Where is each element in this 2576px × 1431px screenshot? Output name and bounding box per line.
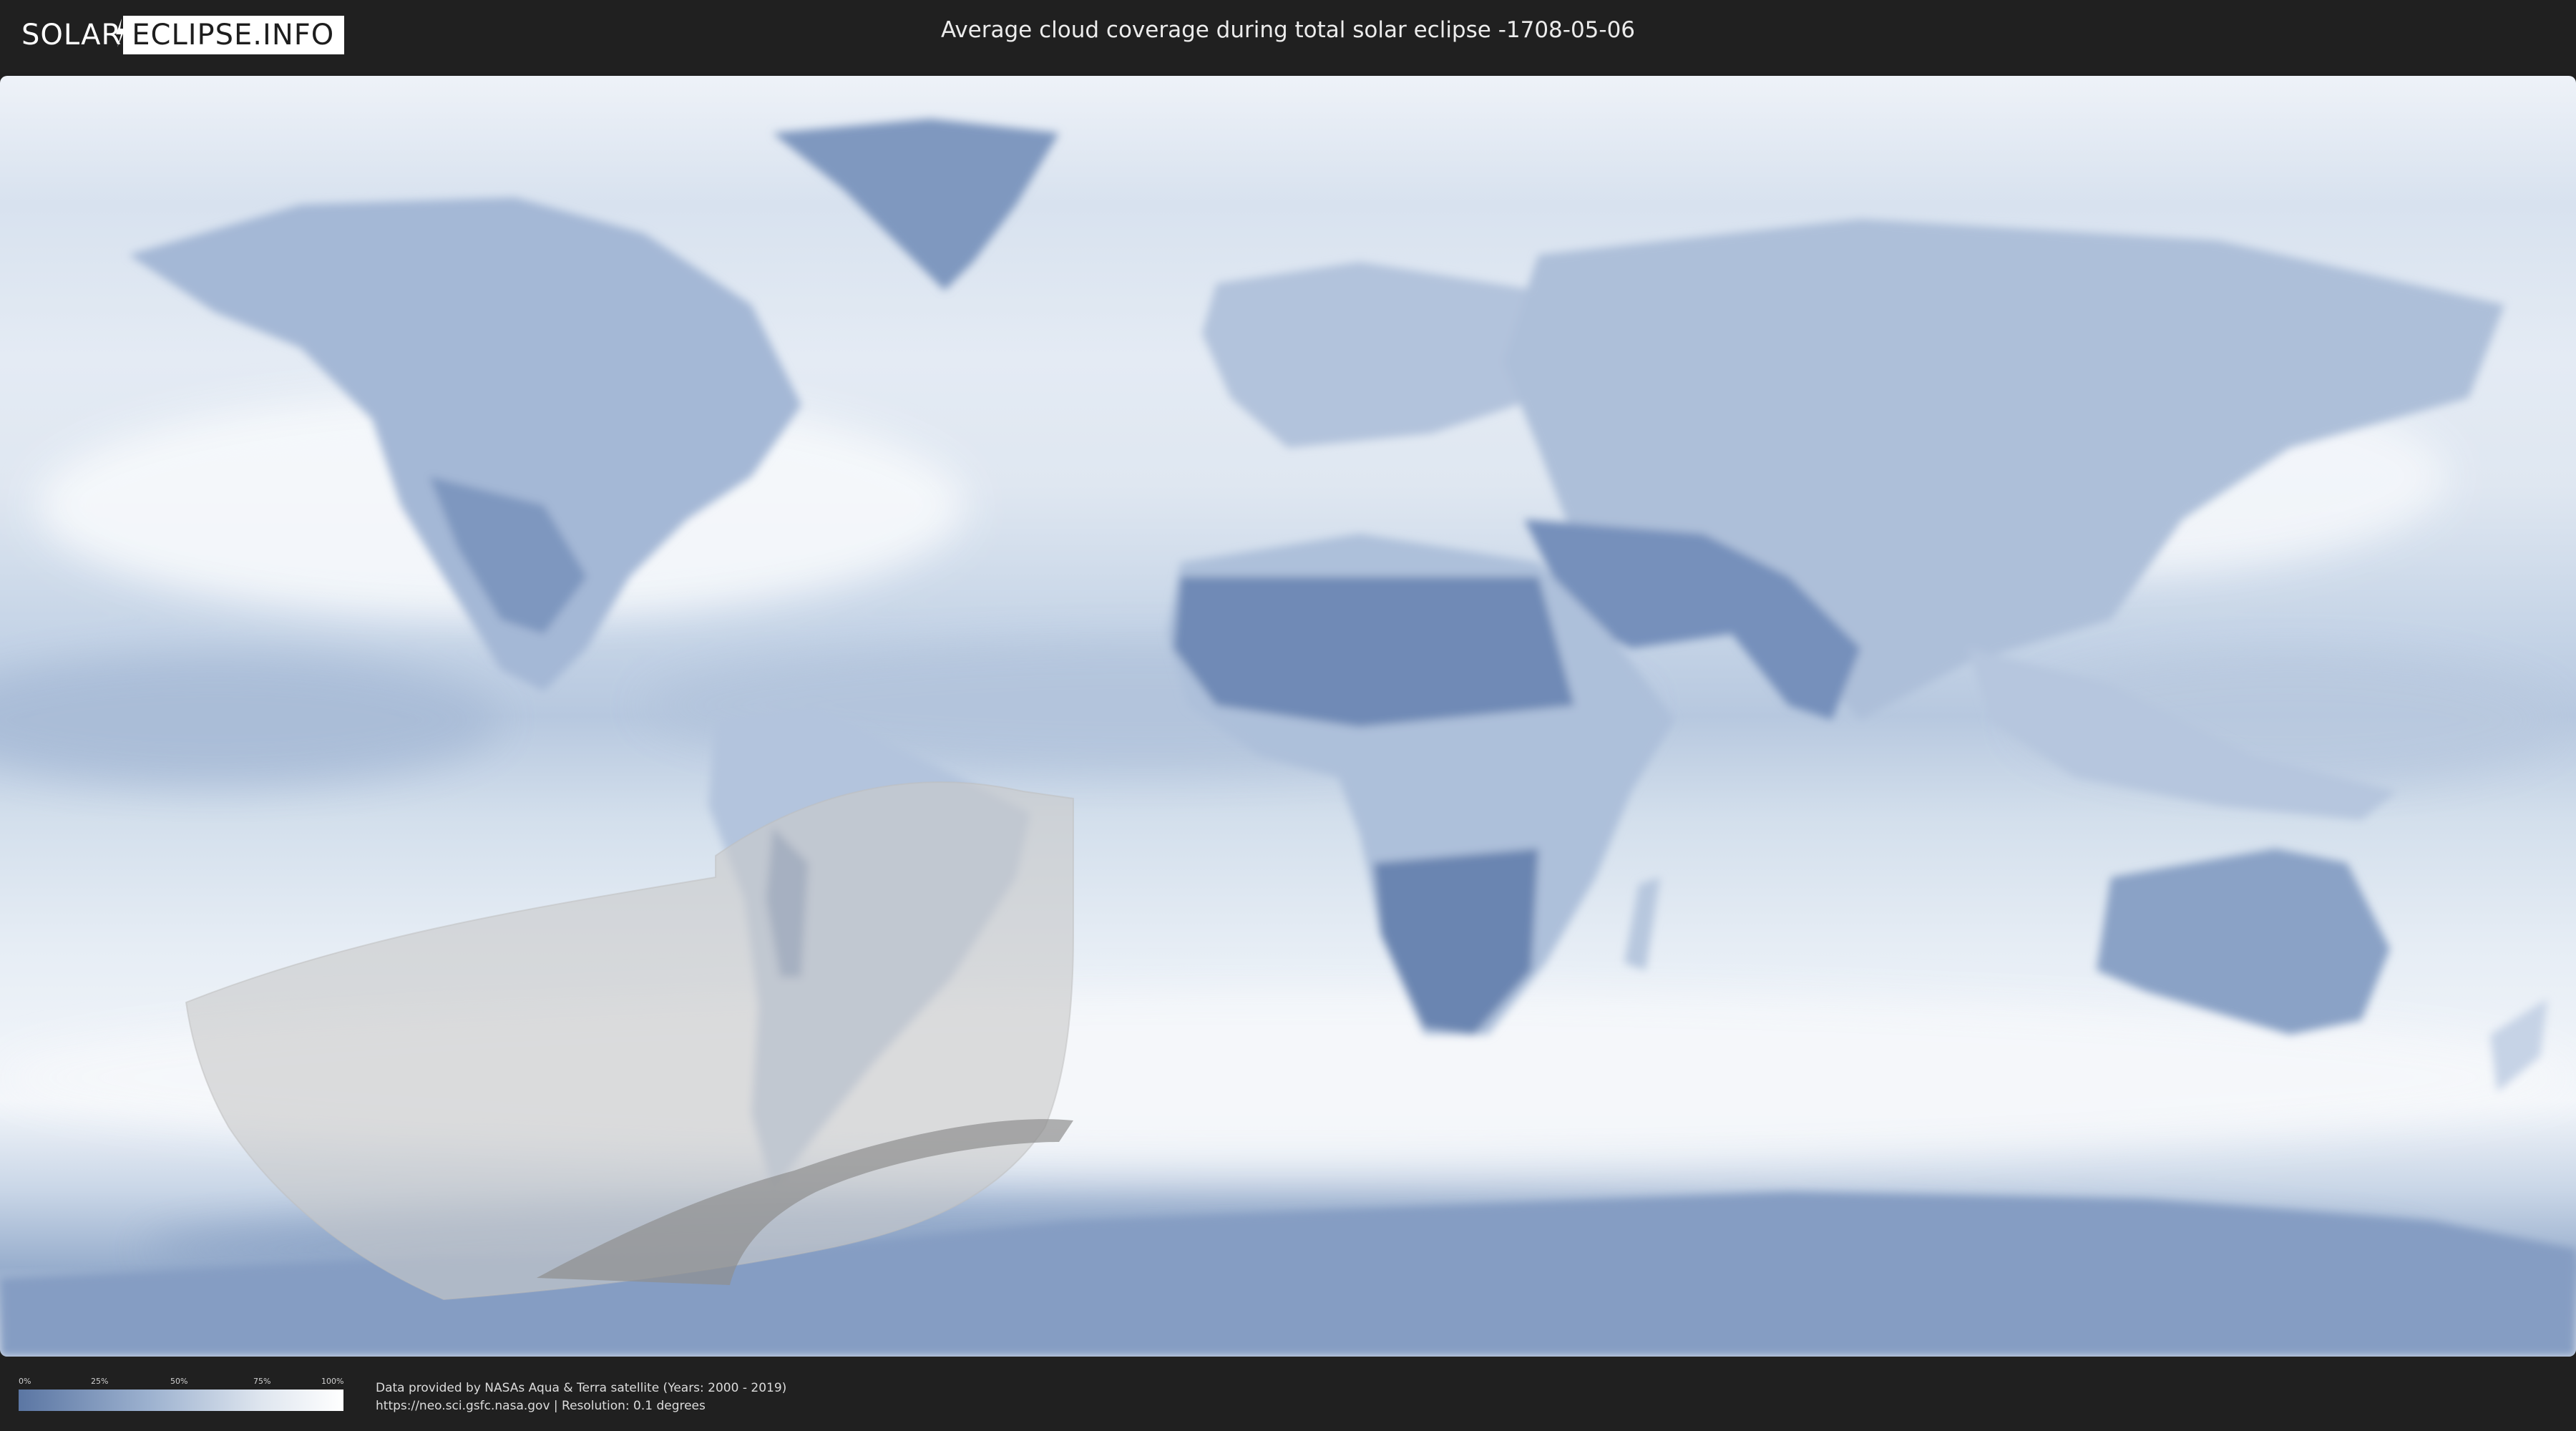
cloud-coverage-legend-bar (19, 1390, 343, 1411)
world-map-svg (0, 76, 2576, 1357)
top-bar: SOLAR ECLIPSE.INFO Average cloud coverag… (0, 0, 2576, 72)
legend-tick-100: 100% (321, 1377, 344, 1386)
page-title: Average cloud coverage during total sola… (940, 17, 1636, 43)
data-credits: Data provided by NASAs Aqua & Terra sate… (376, 1379, 786, 1415)
legend-tick-0: 0% (19, 1377, 31, 1386)
credits-line-url: https://neo.sci.gsfc.nasa.gov | Resoluti… (376, 1399, 706, 1413)
legend-tick-50: 50% (170, 1377, 188, 1386)
sahara-dry (1174, 577, 1574, 727)
legend-tick-25: 25% (91, 1377, 109, 1386)
credits-line-source: Data provided by NASAs Aqua & Terra sate… (376, 1381, 787, 1395)
legend-tick-75: 75% (253, 1377, 271, 1386)
legend-ticks: 0% 25% 50% 75% 100% (19, 1377, 345, 1386)
cloud-coverage-map[interactable] (0, 76, 2576, 1357)
